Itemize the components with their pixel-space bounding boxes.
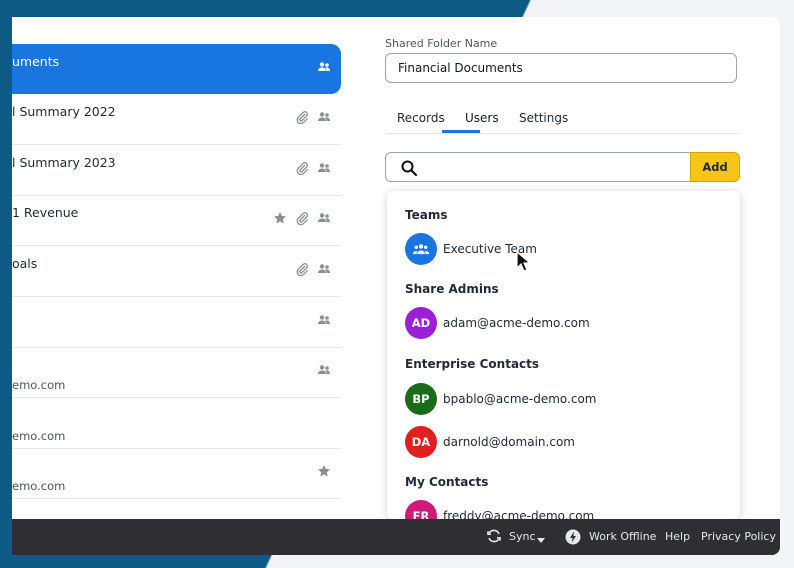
list-item[interactable]: [12, 297, 341, 348]
avatar: BP: [405, 383, 437, 415]
team-icon: [405, 233, 437, 265]
privacy-policy-link[interactable]: Privacy Policy: [701, 530, 776, 543]
tab-records[interactable]: Records: [397, 111, 445, 125]
record-icons: [295, 161, 331, 175]
list-item[interactable]: oals: [12, 246, 341, 297]
attachment-icon: [295, 110, 309, 124]
avatar: DA: [405, 426, 437, 458]
shared-icon: [317, 262, 331, 276]
work-offline-button[interactable]: Work Offline: [589, 530, 656, 543]
shared-icon: [317, 363, 331, 377]
tab-settings[interactable]: Settings: [519, 111, 568, 125]
option-name: freddy@acme-demo.com: [443, 509, 595, 519]
section-teams: Teams: [405, 208, 448, 222]
list-item[interactable]: emo.com: [12, 347, 341, 398]
attachment-icon: [295, 161, 309, 175]
active-tab-indicator: [442, 130, 480, 133]
list-item[interactable]: l Summary 2023: [12, 145, 341, 196]
app-window: uments l Summary 2022 l Summary 2023 1 Rev…: [12, 17, 780, 555]
record-title: uments: [12, 54, 60, 69]
record-subtitle: emo.com: [12, 429, 66, 443]
option-name: darnold@domain.com: [443, 435, 575, 449]
user-suggestions-dropdown: Teams Executive Team Share Admins AD ada…: [387, 191, 740, 519]
record-icons: [317, 464, 331, 478]
shared-icon: [317, 161, 331, 175]
record-title: l Summary 2022: [12, 104, 116, 119]
panel-tabs: Records Users Settings: [385, 105, 740, 134]
help-link[interactable]: Help: [665, 530, 690, 543]
mouse-cursor-icon: [515, 250, 533, 273]
tab-users[interactable]: Users: [465, 111, 499, 125]
folder-name-label: Shared Folder Name: [385, 37, 498, 50]
record-icons: [317, 313, 331, 327]
option-freddy[interactable]: FR freddy@acme-demo.com: [405, 500, 594, 519]
star-icon: [317, 464, 331, 478]
avatar: AD: [405, 307, 437, 339]
option-name: adam@acme-demo.com: [443, 316, 590, 330]
record-icons: [317, 363, 331, 377]
shared-icon: [317, 60, 331, 74]
lightning-icon: [565, 529, 581, 548]
record-list: uments l Summary 2022 l Summary 2023 1 Rev…: [12, 17, 360, 519]
shared-icon: [317, 211, 331, 225]
option-bpablo[interactable]: BP bpablo@acme-demo.com: [405, 383, 597, 415]
record-title: oals: [12, 256, 38, 271]
avatar: FR: [405, 500, 437, 519]
list-item-selected[interactable]: uments: [12, 44, 341, 94]
record-icons: [295, 110, 331, 124]
record-title: l Summary 2023: [12, 155, 116, 170]
section-my-contacts: My Contacts: [405, 475, 489, 489]
status-bar: Sync Work Offline Help Privacy Policy: [12, 519, 780, 555]
option-darnold[interactable]: DA darnold@domain.com: [405, 426, 575, 458]
star-icon: [273, 211, 287, 225]
chevron-down-icon[interactable]: [537, 533, 545, 546]
option-name: bpablo@acme-demo.com: [443, 392, 597, 406]
list-item[interactable]: 1 Revenue: [12, 195, 341, 246]
list-item[interactable]: emo.com: [12, 398, 341, 449]
sync-button[interactable]: Sync: [509, 530, 536, 543]
list-item[interactable]: l Summary 2022: [12, 94, 341, 145]
search-icon: [400, 159, 418, 177]
record-subtitle: emo.com: [12, 378, 66, 392]
list-item[interactable]: emo.com: [12, 448, 341, 499]
shared-icon: [317, 313, 331, 327]
record-title: 1 Revenue: [12, 205, 79, 220]
option-adam[interactable]: AD adam@acme-demo.com: [405, 307, 590, 339]
add-button[interactable]: Add: [690, 152, 740, 182]
user-search-input[interactable]: [385, 152, 690, 182]
sync-icon[interactable]: [486, 528, 502, 547]
record-subtitle: emo.com: [12, 479, 66, 493]
folder-name-input[interactable]: [385, 53, 737, 83]
attachment-icon: [295, 262, 309, 276]
shared-folder-panel: Shared Folder Name Records Users Setting…: [361, 17, 780, 519]
record-icons: [273, 211, 331, 225]
shared-icon: [317, 110, 331, 124]
section-share-admins: Share Admins: [405, 282, 499, 296]
record-icons: [295, 262, 331, 276]
section-enterprise-contacts: Enterprise Contacts: [405, 357, 540, 371]
attachment-icon: [295, 211, 309, 225]
